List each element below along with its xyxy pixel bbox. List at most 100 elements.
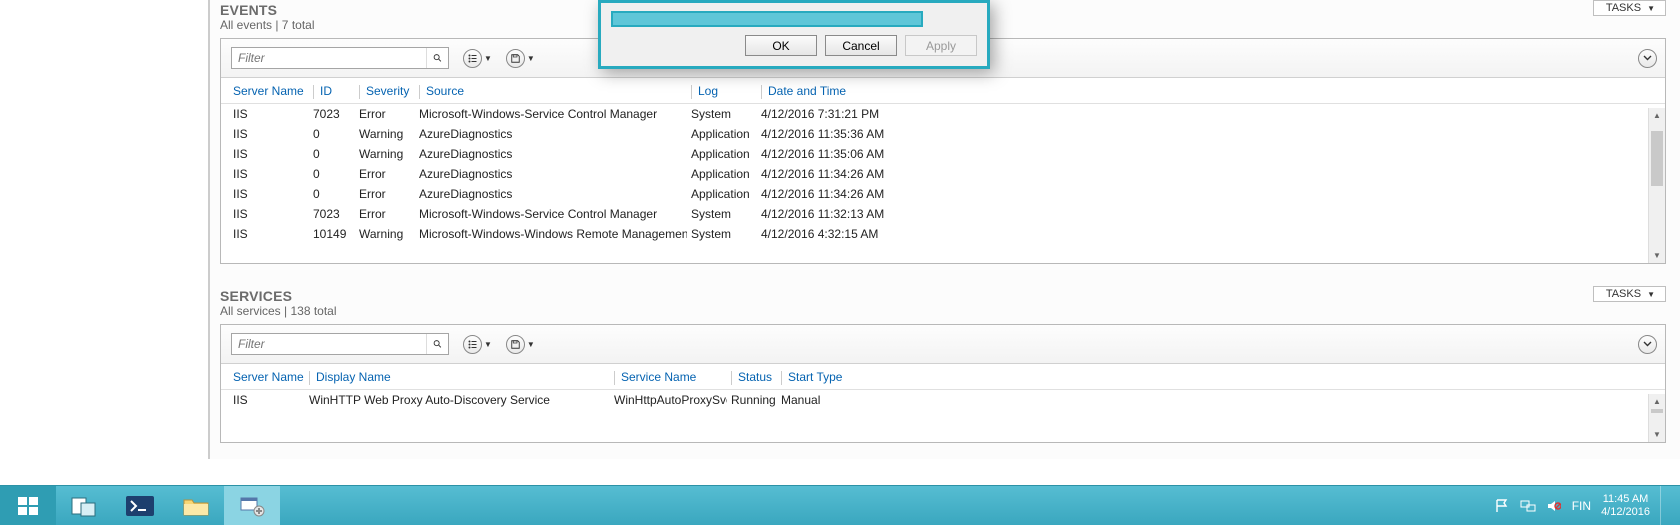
events-filter[interactable] bbox=[231, 47, 449, 69]
col-severity[interactable]: Severity bbox=[366, 84, 409, 98]
events-filter-input[interactable] bbox=[232, 51, 426, 65]
scrollbar-thumb[interactable] bbox=[1651, 131, 1663, 186]
services-collapse-button[interactable] bbox=[1638, 335, 1657, 354]
events-grid-body: IIS7023ErrorMicrosoft-Windows-Service Co… bbox=[221, 104, 1665, 244]
cell: 0 bbox=[309, 127, 355, 141]
cell: Application bbox=[687, 167, 757, 181]
col-datetime[interactable]: Date and Time bbox=[768, 84, 846, 98]
table-row[interactable]: IIS7023ErrorMicrosoft-Windows-Service Co… bbox=[221, 204, 1665, 224]
show-desktop-button[interactable] bbox=[1660, 486, 1668, 525]
col-server-name[interactable]: Server Name bbox=[229, 84, 309, 99]
services-tasks-button[interactable]: TASKS ▼ bbox=[1593, 286, 1666, 302]
cell: Application bbox=[687, 127, 757, 141]
col-id[interactable]: ID bbox=[320, 84, 332, 98]
cell: 4/12/2016 11:35:06 AM bbox=[757, 147, 977, 161]
col-start-type[interactable]: Start Type bbox=[788, 370, 842, 384]
cell: Microsoft-Windows-Service Control Manage… bbox=[415, 207, 687, 221]
chevron-down-icon bbox=[1643, 55, 1652, 61]
sort-desc-icon: ▼ bbox=[817, 84, 825, 85]
cell: WinHttpAutoProxySvc bbox=[610, 393, 727, 407]
language-indicator[interactable]: FIN bbox=[1572, 499, 1591, 513]
services-grid-body: IISWinHTTP Web Proxy Auto-Discovery Serv… bbox=[221, 390, 1665, 410]
taskbar-app-active[interactable] bbox=[224, 486, 280, 525]
cell: WinHTTP Web Proxy Auto-Discovery Service bbox=[305, 393, 610, 407]
start-button[interactable] bbox=[0, 486, 56, 525]
col-display-name[interactable]: Display Name bbox=[316, 370, 391, 384]
services-scrollbar[interactable]: ▲ ▼ bbox=[1648, 394, 1665, 442]
cell: System bbox=[687, 107, 757, 121]
scroll-up-icon[interactable]: ▲ bbox=[1649, 108, 1665, 123]
cell: 0 bbox=[309, 147, 355, 161]
properties-dialog: OK Cancel Apply bbox=[598, 0, 990, 69]
cell: 0 bbox=[309, 187, 355, 201]
cell: IIS bbox=[229, 127, 309, 141]
table-row[interactable]: IIS10149WarningMicrosoft-Windows-Windows… bbox=[221, 224, 1665, 244]
cell: Microsoft-Windows-Windows Remote Managem… bbox=[415, 227, 687, 241]
taskbar-powershell[interactable] bbox=[112, 486, 168, 525]
events-scrollbar[interactable]: ▲ ▼ bbox=[1648, 108, 1665, 263]
caret-down-icon: ▼ bbox=[484, 340, 492, 349]
col-status[interactable]: Status bbox=[738, 370, 772, 384]
cell: 4/12/2016 4:32:15 AM bbox=[757, 227, 977, 241]
services-grid-header: Server Name Display Name Service Name St… bbox=[221, 364, 1665, 390]
events-title: EVENTS bbox=[220, 2, 277, 18]
col-service-name[interactable]: Service Name bbox=[621, 370, 696, 384]
taskbar: FIN 11:45 AM 4/12/2016 bbox=[0, 485, 1680, 525]
table-row[interactable]: IIS0ErrorAzureDiagnosticsApplication4/12… bbox=[221, 184, 1665, 204]
search-button[interactable] bbox=[426, 334, 448, 354]
cell: IIS bbox=[229, 167, 309, 181]
cell: IIS bbox=[229, 147, 309, 161]
volume-icon[interactable] bbox=[1546, 498, 1562, 514]
table-row[interactable]: IIS0WarningAzureDiagnosticsApplication4/… bbox=[221, 124, 1665, 144]
col-server-name[interactable]: Server Name bbox=[229, 370, 305, 385]
events-queries-button[interactable]: ▼ bbox=[463, 49, 492, 68]
cell: 4/12/2016 11:32:13 AM bbox=[757, 207, 977, 221]
cell: IIS bbox=[229, 227, 309, 241]
cell: AzureDiagnostics bbox=[415, 127, 687, 141]
clock[interactable]: 11:45 AM 4/12/2016 bbox=[1601, 493, 1650, 519]
table-row[interactable]: IIS0ErrorAzureDiagnosticsApplication4/12… bbox=[221, 164, 1665, 184]
events-collapse-button[interactable] bbox=[1638, 49, 1657, 68]
cell: 4/12/2016 7:31:21 PM bbox=[757, 107, 977, 121]
col-log[interactable]: Log bbox=[698, 84, 718, 98]
left-gutter bbox=[0, 0, 209, 459]
services-toolbar: ▼ ▼ bbox=[221, 325, 1665, 364]
services-queries-button[interactable]: ▼ bbox=[463, 335, 492, 354]
services-filter[interactable] bbox=[231, 333, 449, 355]
flag-icon[interactable] bbox=[1494, 498, 1510, 514]
search-button[interactable] bbox=[426, 48, 448, 68]
dialog-content-area bbox=[611, 11, 923, 27]
server-tools-icon bbox=[238, 495, 266, 517]
cancel-button[interactable]: Cancel bbox=[825, 35, 897, 56]
list-icon bbox=[468, 54, 477, 63]
search-icon bbox=[433, 338, 442, 350]
network-icon[interactable] bbox=[1520, 498, 1536, 514]
scroll-down-icon[interactable]: ▼ bbox=[1649, 248, 1665, 263]
ok-button[interactable]: OK bbox=[745, 35, 817, 56]
cell: Running bbox=[727, 393, 777, 407]
cell: Application bbox=[687, 147, 757, 161]
cell: IIS bbox=[229, 107, 309, 121]
table-row[interactable]: IIS0WarningAzureDiagnosticsApplication4/… bbox=[221, 144, 1665, 164]
services-filter-input[interactable] bbox=[232, 337, 426, 351]
tasks-label: TASKS bbox=[1606, 2, 1641, 14]
windows-icon bbox=[16, 494, 40, 518]
cell: AzureDiagnostics bbox=[415, 167, 687, 181]
cell: System bbox=[687, 207, 757, 221]
caret-down-icon: ▼ bbox=[527, 340, 535, 349]
table-row[interactable]: IISWinHTTP Web Proxy Auto-Discovery Serv… bbox=[221, 390, 1665, 410]
taskbar-explorer[interactable] bbox=[168, 486, 224, 525]
cell: IIS bbox=[229, 207, 309, 221]
scrollbar-thumb[interactable] bbox=[1651, 409, 1663, 413]
scroll-up-icon[interactable]: ▲ bbox=[1649, 394, 1665, 409]
table-row[interactable]: IIS7023ErrorMicrosoft-Windows-Service Co… bbox=[221, 104, 1665, 124]
col-source[interactable]: Source bbox=[426, 84, 464, 98]
taskbar-server-manager[interactable] bbox=[56, 486, 112, 525]
events-tasks-button[interactable]: TASKS ▼ bbox=[1593, 0, 1666, 16]
apply-button: Apply bbox=[905, 35, 977, 56]
scroll-down-icon[interactable]: ▼ bbox=[1649, 427, 1665, 442]
server-manager-icon bbox=[71, 495, 97, 517]
services-title: SERVICES bbox=[220, 288, 292, 304]
services-save-button[interactable]: ▼ bbox=[506, 335, 535, 354]
events-save-button[interactable]: ▼ bbox=[506, 49, 535, 68]
